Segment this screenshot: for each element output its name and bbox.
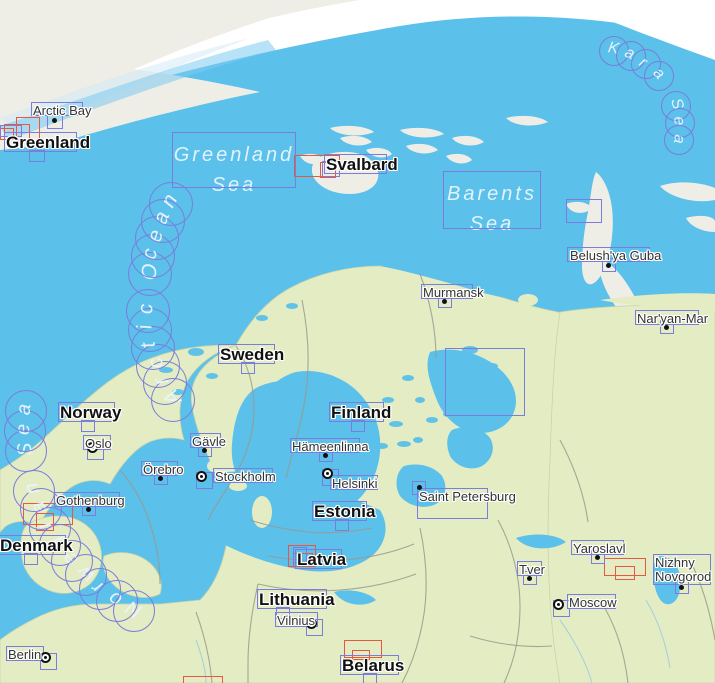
place-label-norway[interactable]: Norway (60, 404, 121, 422)
water-label-line: Sea (469, 213, 515, 235)
place-label-naryan-mar[interactable]: Nar'yan-Mar (637, 312, 708, 326)
place-label-line: Nizhny (655, 555, 695, 570)
water-label-line: Barents (447, 183, 537, 205)
water-label-glyph: a (12, 402, 36, 416)
capital-marker-stockholm[interactable] (196, 471, 207, 482)
place-label-tver[interactable]: Tver (519, 563, 545, 577)
city-dot-belushya-guba[interactable] (606, 263, 611, 268)
place-label-line: Novgorod (655, 568, 712, 584)
place-label-arctic-bay[interactable]: Arctic Bay (33, 104, 92, 118)
place-label-hameenlinna[interactable]: Hämeenlinna (292, 440, 369, 454)
place-label-svalbard[interactable]: Svalbard (326, 156, 398, 174)
city-dot-nizhny-novgorod[interactable] (679, 585, 684, 590)
water-label-glyph: a (669, 133, 688, 145)
place-label-belushya-guba[interactable]: Belush'ya Guba (570, 249, 661, 263)
place-label-estonia[interactable]: Estonia (314, 503, 375, 521)
water-label-line: Sea (211, 174, 257, 196)
water-label-glyph: c (134, 302, 158, 315)
place-label-gothenburg[interactable]: Gothenburg (56, 494, 125, 508)
place-label-helsinki[interactable]: Helsinki (332, 477, 378, 491)
place-label-oslo[interactable]: Oslo (85, 437, 112, 451)
place-label-nizhny-novgorod[interactable]: Nizhny Novgorod (655, 556, 711, 583)
place-label-denmark[interactable]: Denmark (0, 537, 73, 555)
place-label-gavle[interactable]: Gävle (192, 435, 226, 449)
water-label-greenland-sea: Greenland Sea (172, 140, 296, 200)
city-dot-arctic-bay[interactable] (52, 118, 57, 123)
place-label-greenland[interactable]: Greenland (6, 134, 90, 152)
place-label-murmansk[interactable]: Murmansk (423, 286, 484, 300)
water-label-barents-sea: Barents Sea (443, 179, 541, 239)
place-label-saint-petersburg[interactable]: Saint Petersburg (419, 490, 516, 504)
place-label-belarus[interactable]: Belarus (342, 657, 404, 675)
place-label-vilnius[interactable]: Vilnius (277, 614, 315, 628)
water-label-line: Greenland (173, 144, 295, 166)
place-label-latvia[interactable]: Latvia (297, 551, 346, 569)
map-canvas[interactable]: Ar c t i c Oc e a n Greenland Sea No r w e g i a n Se a Baren… (0, 0, 715, 683)
place-label-berlin[interactable]: Berlin (8, 648, 41, 662)
place-label-lithuania[interactable]: Lithuania (259, 591, 335, 609)
capital-marker-berlin[interactable] (40, 652, 51, 663)
place-label-finland[interactable]: Finland (331, 404, 391, 422)
place-label-moscow[interactable]: Moscow (569, 596, 617, 610)
capital-marker-moscow[interactable] (553, 599, 564, 610)
place-label-orebro[interactable]: Örebro (143, 463, 183, 477)
place-label-yaroslavl[interactable]: Yaroslavl (573, 542, 626, 556)
place-label-sweden[interactable]: Sweden (220, 346, 284, 364)
place-label-stockholm[interactable]: Stockholm (215, 470, 276, 484)
